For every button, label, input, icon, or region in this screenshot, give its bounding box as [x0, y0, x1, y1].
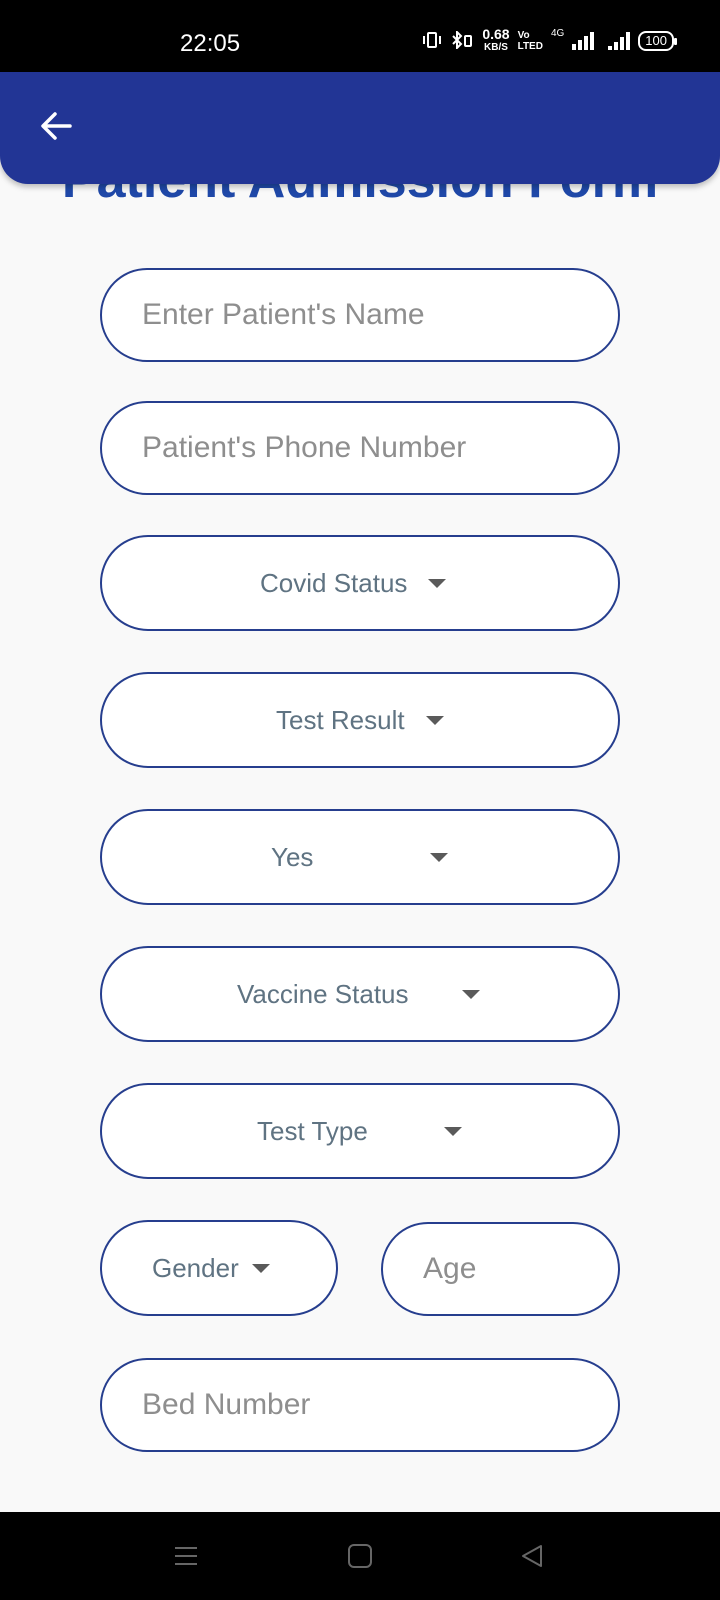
bed-number-input[interactable]: Bed Number [100, 1358, 620, 1452]
back-triangle-icon [522, 1545, 542, 1567]
recents-button[interactable] [156, 1512, 216, 1600]
covid-status-dropdown[interactable]: Covid Status [100, 535, 620, 631]
battery-icon: 100 [638, 31, 677, 51]
arrow-left-icon [41, 112, 72, 140]
age-placeholder: Age [423, 1252, 477, 1285]
patient-name-input[interactable]: Enter Patient's Name [100, 268, 620, 362]
chevron-down-icon [462, 948, 480, 1040]
network-type: 4G [550, 28, 565, 39]
net-speed-value: 0.68 [482, 26, 510, 42]
patient-phone-input[interactable]: Patient's Phone Number [100, 401, 620, 495]
system-back-button[interactable] [502, 1512, 562, 1600]
chevron-down-icon [444, 1085, 462, 1177]
patient-name-placeholder: Enter Patient's Name [142, 298, 425, 331]
status-time: 22:05 [180, 30, 241, 57]
yes-no-value: Yes [271, 841, 314, 872]
test-result-dropdown[interactable]: Test Result [100, 672, 620, 768]
home-button[interactable] [330, 1512, 390, 1600]
gender-label: Gender [152, 1252, 239, 1283]
test-result-label: Test Result [276, 704, 405, 735]
test-type-dropdown[interactable]: Test Type [100, 1083, 620, 1179]
signal-icon-sim2 [608, 32, 631, 50]
test-type-label: Test Type [257, 1115, 368, 1146]
age-input[interactable]: Age [381, 1222, 620, 1316]
net-speed-unit: KB/S [484, 42, 508, 53]
app-bar [0, 72, 720, 184]
chevron-down-icon [430, 811, 448, 903]
chevron-down-icon [428, 537, 446, 629]
home-square-icon [348, 1544, 372, 1568]
net-speed: 0.68 KB/S [482, 26, 510, 54]
covid-status-label: Covid Status [260, 567, 408, 598]
back-button[interactable] [36, 106, 76, 146]
gender-dropdown[interactable]: Gender [100, 1220, 338, 1316]
chevron-down-icon [252, 1222, 270, 1314]
menu-icon [175, 1547, 197, 1565]
volte-bottom: LTED [517, 41, 543, 52]
vaccine-status-label: Vaccine Status [237, 978, 409, 1009]
status-icons: 0.68 KB/S Vo LTED 4G 100 [422, 26, 677, 54]
system-nav-bar [0, 1512, 720, 1600]
volte-indicator: Vo LTED [518, 30, 543, 52]
patient-phone-placeholder: Patient's Phone Number [142, 431, 467, 464]
signal-icon-sim1 [572, 32, 595, 50]
bluetooth-battery-icon [450, 29, 474, 52]
yes-no-dropdown[interactable]: Yes [100, 809, 620, 905]
vibrate-icon [422, 31, 442, 52]
bed-number-placeholder: Bed Number [142, 1388, 311, 1421]
chevron-down-icon [426, 674, 444, 766]
status-bar: 22:05 0.68 KB/S Vo LTED 4G 100 [0, 0, 720, 72]
volte-top: Vo [517, 30, 530, 41]
battery-level: 100 [645, 33, 667, 48]
vaccine-status-dropdown[interactable]: Vaccine Status [100, 946, 620, 1042]
